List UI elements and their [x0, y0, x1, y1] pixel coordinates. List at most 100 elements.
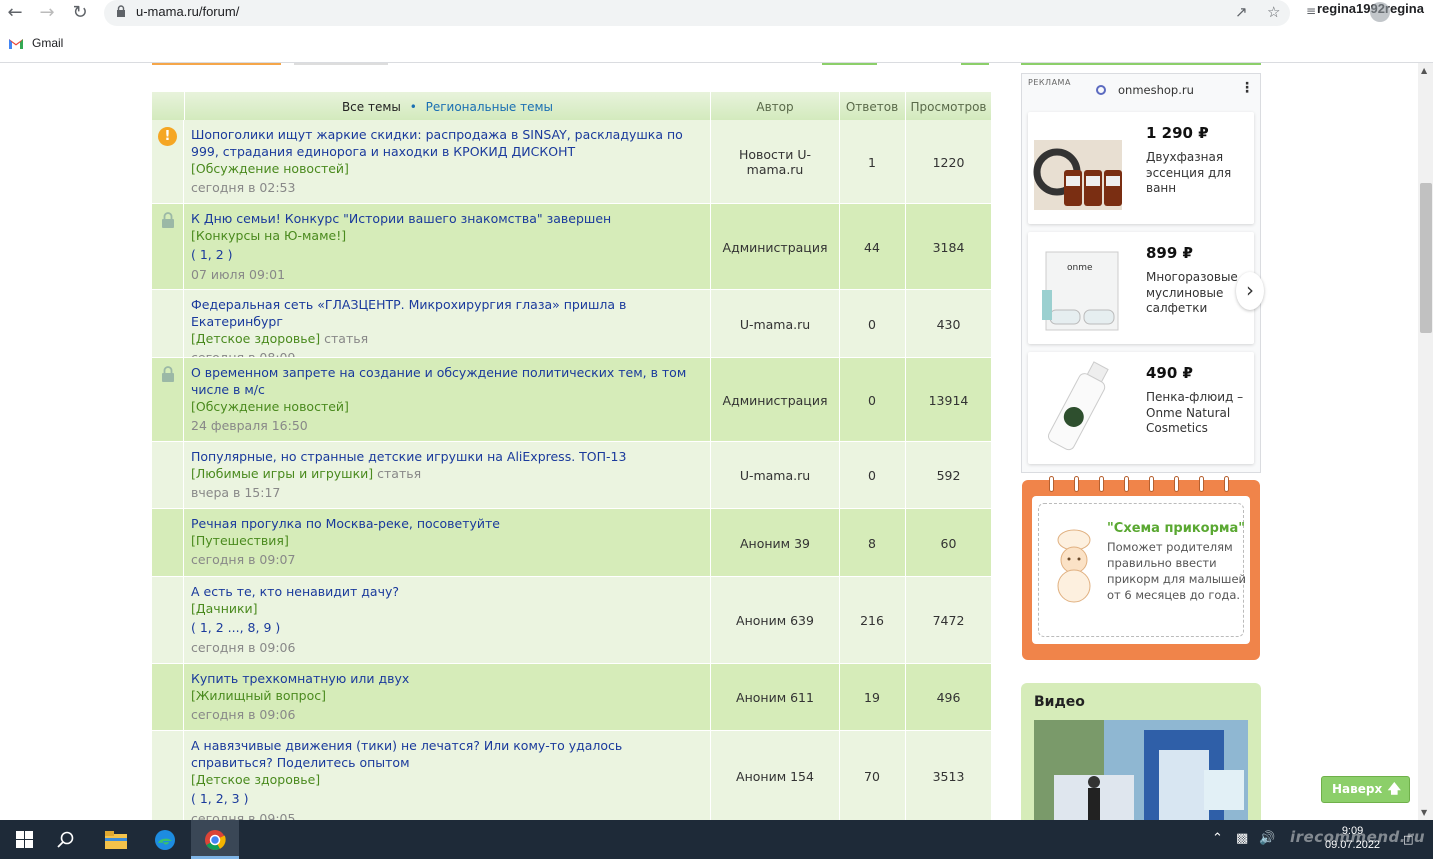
table-row: Купить трехкомнатную или двух [Жилищный в… [152, 664, 991, 731]
muslin-wipes-image: onme [1042, 251, 1119, 331]
ad-shop-name[interactable]: onmeshop.ru [1118, 83, 1194, 97]
topic-category-line: [Жилищный вопрос] [191, 687, 707, 705]
tray-chevron-icon[interactable]: ⌃ [1212, 831, 1223, 846]
topic-pages-links[interactable]: ( 1, 2 ) [191, 245, 707, 265]
orange-tab-fragment [152, 63, 281, 65]
windows-start-icon[interactable] [0, 820, 48, 859]
promo-paper: "Схема прикорма" Поможет родителям прави… [1032, 496, 1250, 644]
topic-category-link[interactable]: [Детское здоровье] [191, 331, 320, 346]
scroll-up-icon[interactable]: ▲ [1421, 66, 1427, 75]
share-icon[interactable]: ↗ [1235, 3, 1248, 21]
topic-title-link[interactable]: А навязчивые движения (тики) не лечатся?… [191, 737, 707, 771]
topic-cell: А есть те, кто ненавидит дачу? [Дачники] (… [191, 583, 707, 658]
reload-icon[interactable]: ↻ [69, 2, 91, 24]
topic-category-link[interactable]: [Жилищный вопрос] [191, 688, 326, 703]
topic-category-link[interactable]: [Дачники] [191, 601, 258, 616]
green-tab-fragment [822, 63, 877, 65]
topic-author: Администрация [722, 392, 828, 408]
topic-pages-links[interactable]: ( 1, 2 ..., 8, 9 ) [191, 618, 707, 638]
feeding-scheme-promo[interactable]: "Схема прикорма" Поможет родителям прави… [1022, 476, 1260, 660]
ad-price: 490 ₽ [1146, 364, 1193, 382]
topic-category-line: [Конкурсы на Ю-маме!] [191, 227, 707, 245]
back-icon[interactable]: ← [4, 2, 26, 24]
topic-views: 13914 [928, 392, 969, 408]
topic-title-link[interactable]: Популярные, но странные детские игрушки … [191, 448, 707, 465]
table-row: А есть те, кто ненавидит дачу? [Дачники] (… [152, 577, 991, 664]
topic-cell: К Дню семьи! Конкурс "Истории вашего зна… [191, 210, 707, 285]
topic-category-link[interactable]: [Обсуждение новостей] [191, 161, 349, 176]
topic-category-link[interactable]: [Любимые игры и игрушки] [191, 466, 373, 481]
topic-category-link[interactable]: [Обсуждение новостей] [191, 399, 349, 414]
topic-views: 592 [936, 468, 961, 483]
topic-category-link[interactable]: [Путешествия] [191, 533, 289, 548]
regional-topics-tab[interactable]: Региональные темы [426, 100, 553, 114]
topic-title-link[interactable]: А есть те, кто ненавидит дачу? [191, 583, 707, 600]
ad-product-card[interactable]: onme 899 ₽ Многоразовые муслиновые салфе… [1028, 232, 1254, 344]
topic-author: U-mama.ru [739, 468, 811, 483]
topic-author: Новости U-mama.ru [739, 147, 811, 177]
topic-views: 430 [936, 316, 961, 332]
bath-essence-image [1033, 140, 1122, 210]
page-scrollbar[interactable] [1418, 63, 1433, 820]
topic-title-link[interactable]: Шопоголики ищут жаркие скидки: распродаж… [191, 126, 707, 160]
ad-product-card[interactable]: 490 ₽ Пенка-флюид – Onme Natural Cosmeti… [1028, 352, 1254, 464]
more-menu-icon[interactable]: ⋮ [1240, 80, 1254, 96]
video-thumbnail[interactable] [1034, 720, 1248, 820]
topic-status-cell [152, 664, 184, 731]
topic-time: 24 февраля 16:50 [191, 418, 308, 433]
topic-author: Аноним 154 [736, 768, 814, 784]
topic-title-link[interactable]: К Дню семьи! Конкурс "Истории вашего зна… [191, 210, 707, 227]
table-row: Популярные, но странные детские игрушки … [152, 442, 991, 509]
topic-time: сегодня в 09:05 [191, 811, 296, 820]
arrow-up-icon: 🡅 [1387, 782, 1401, 797]
topic-title-link[interactable]: Речная прогулка по Москва-реке, посовету… [191, 515, 707, 532]
topic-replies: 0 [868, 468, 876, 483]
bookmark-star-icon[interactable]: ☆ [1267, 3, 1280, 21]
topic-pages-links[interactable]: ( 1, 2, 3 ) [191, 789, 707, 809]
scrollbar-thumb[interactable] [1420, 183, 1432, 333]
exclamation-icon: ! [158, 127, 177, 146]
forward-icon[interactable]: → [36, 2, 58, 24]
file-explorer-icon[interactable] [92, 820, 140, 859]
ad-description: Многоразовые муслиновые салфетки [1146, 270, 1238, 315]
topic-category-link[interactable]: [Конкурсы на Ю-маме!] [191, 228, 346, 243]
green-tab-fragment-2 [961, 63, 989, 65]
topic-title-link[interactable]: Федеральная сеть «ГЛАЗЦЕНТР. Микрохирург… [191, 296, 707, 330]
avatar[interactable] [1370, 2, 1390, 22]
topic-title-link[interactable]: О временном запрете на создание и обсужд… [191, 364, 707, 398]
network-icon[interactable]: ▩ [1236, 831, 1248, 846]
bookmarks-bar: Gmail [0, 32, 1433, 60]
foam-bottle-image [1048, 361, 1109, 451]
page-content: Все темы • Региональные темы Автор Ответ… [0, 63, 1418, 820]
scroll-to-top-button[interactable]: Наверх 🡅 [1321, 776, 1410, 803]
table-row: О временном запрете на создание и обсужд… [152, 358, 991, 442]
topic-category-link[interactable]: [Детское здоровье] [191, 772, 320, 787]
topic-status-cell [152, 577, 184, 664]
topic-cell: Шопоголики ищут жаркие скидки: распродаж… [191, 126, 707, 198]
topic-time: сегодня в 09:06 [191, 707, 296, 722]
topic-replies: 1 [868, 154, 876, 170]
clock-date: 09.07.2022 [1325, 839, 1381, 851]
ad-product-card[interactable]: 1 290 ₽ Двухфазная эссенция для ванн [1028, 112, 1254, 224]
chrome-taskbar-icon[interactable] [191, 820, 239, 859]
grey-tab-fragment [294, 63, 388, 65]
topic-cell: О временном запрете на создание и обсужд… [191, 364, 707, 436]
volume-icon[interactable]: 🔊 [1259, 831, 1275, 846]
ad-description: Пенка-флюид – Onme Natural Cosmetics [1146, 390, 1244, 435]
chevron-right-icon[interactable]: › [1236, 272, 1264, 310]
topic-views: 60 [940, 535, 957, 551]
video-block: Видео [1021, 683, 1261, 820]
reading-list-icon[interactable]: ≡ [1306, 4, 1316, 18]
all-topics-tab[interactable]: Все темы [342, 100, 401, 114]
notifications-icon[interactable]: □ [1403, 833, 1413, 846]
edge-icon[interactable] [141, 820, 189, 859]
topic-time: сегодня в 09:07 [191, 552, 296, 567]
search-icon[interactable] [42, 820, 90, 859]
topic-time: сегодня в 09:06 [191, 640, 296, 655]
topic-category-line: [Обсуждение новостей] [191, 398, 707, 416]
address-bar[interactable]: u-mama.ru/forum/ ↗ ☆ [104, 0, 1290, 26]
bookmark-gmail[interactable]: Gmail [32, 36, 63, 50]
scroll-down-icon[interactable]: ▼ [1421, 808, 1427, 817]
topic-title-link[interactable]: Купить трехкомнатную или двух [191, 670, 707, 687]
clock[interactable]: 9:09 09.07.2022 [1325, 824, 1380, 852]
